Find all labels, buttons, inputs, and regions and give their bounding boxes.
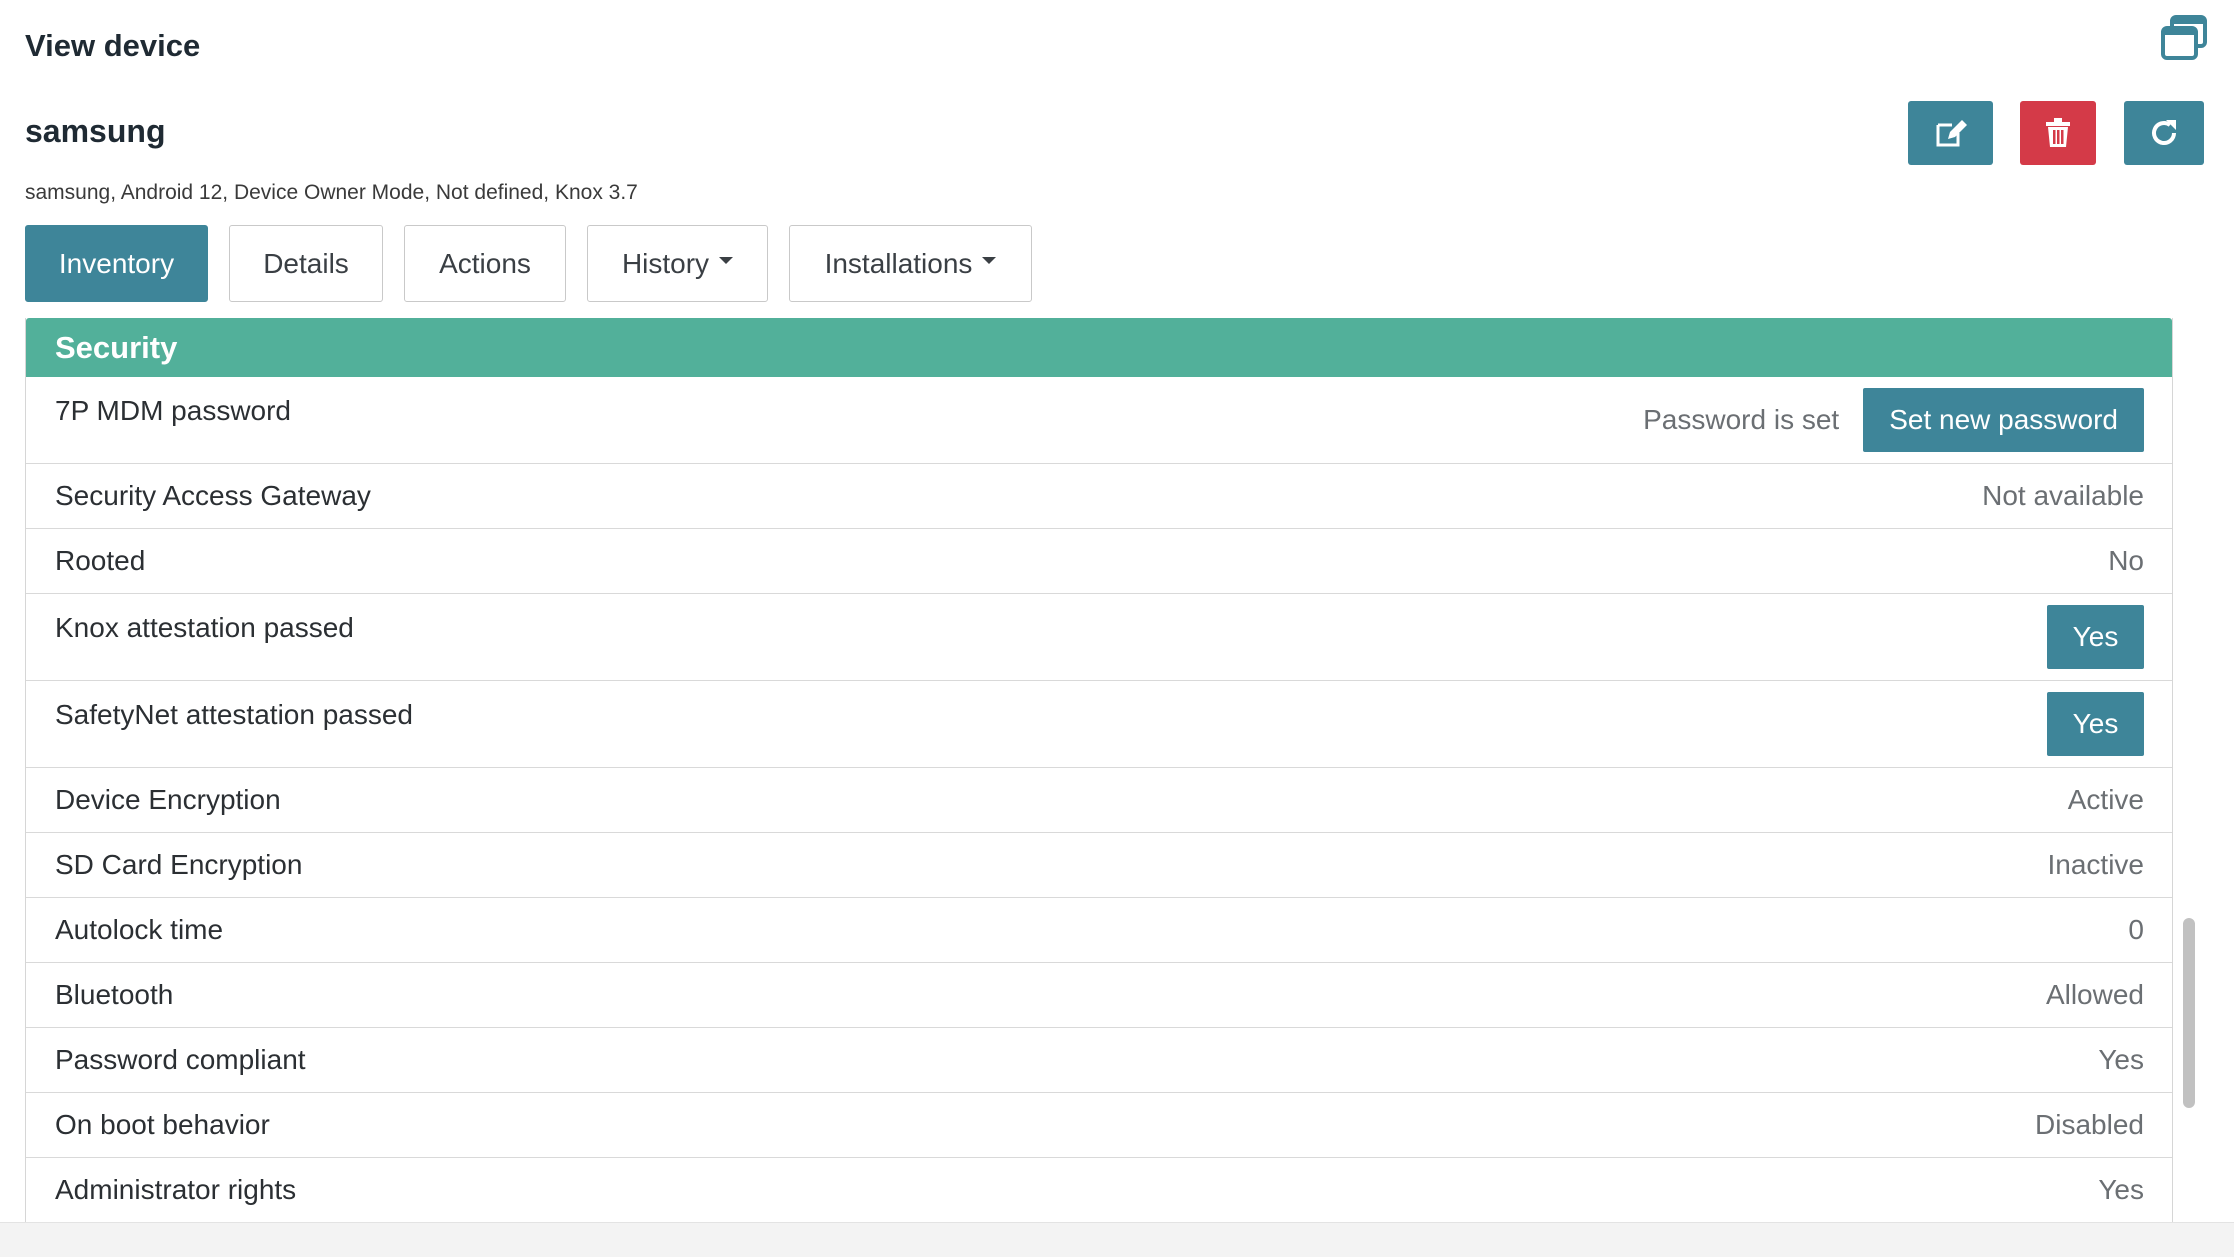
device-name: samsung	[25, 113, 166, 149]
table-row: SafetyNet attestation passed Yes	[26, 681, 2172, 768]
row-label: Administrator rights	[55, 1174, 297, 1205]
row-value: Disabled	[2035, 1109, 2144, 1140]
password-status: Password is set	[1643, 404, 1840, 435]
row-value: Yes	[2098, 1174, 2144, 1205]
row-value: Yes	[2098, 1044, 2144, 1075]
row-label: 7P MDM password	[55, 395, 292, 426]
trash-icon	[2046, 118, 2070, 147]
row-value: Active	[2067, 784, 2144, 815]
refresh-icon	[2152, 120, 2176, 145]
table-row: Rooted No	[26, 529, 2172, 594]
tab-details[interactable]: Details	[229, 225, 383, 302]
tab-inventory[interactable]: Inventory	[25, 225, 208, 302]
row-label: SafetyNet attestation passed	[55, 699, 413, 730]
chevron-down-icon	[719, 257, 734, 264]
row-label: Autolock time	[55, 914, 224, 945]
tab-history-label: History	[621, 247, 710, 279]
row-label: Security Access Gateway	[55, 480, 371, 511]
table-row: Bluetooth Allowed	[26, 963, 2172, 1028]
restore-window-icon[interactable]	[2160, 15, 2208, 61]
tab-history[interactable]: History	[587, 225, 768, 302]
section-header: Security	[26, 318, 2172, 377]
row-label: Device Encryption	[55, 784, 281, 815]
delete-button[interactable]	[2020, 101, 2096, 165]
table-row: Knox attestation passed Yes	[26, 594, 2172, 681]
row-value: No	[2108, 545, 2144, 576]
edit-icon	[1936, 120, 1967, 147]
table-row: Device Encryption Active	[26, 768, 2172, 833]
table-row: Password compliant Yes	[26, 1028, 2172, 1093]
device-subtitle: samsung, Android 12, Device Owner Mode, …	[25, 181, 638, 204]
table-row: On boot behavior Disabled	[26, 1093, 2172, 1158]
table-row: SD Card Encryption Inactive	[26, 833, 2172, 898]
refresh-button[interactable]	[2124, 101, 2204, 165]
row-label: On boot behavior	[55, 1109, 270, 1140]
scrollbar[interactable]	[2183, 918, 2195, 1108]
tab-installations-label: Installations	[824, 247, 973, 279]
bottom-divider	[0, 1222, 2234, 1257]
row-value: Inactive	[2047, 849, 2145, 880]
security-panel: Security 7P MDM password Password is set…	[25, 318, 2173, 1228]
table-row: Security Access Gateway Not available	[26, 464, 2172, 529]
row-label: SD Card Encryption	[55, 849, 303, 880]
tab-details-label: Details	[263, 247, 349, 279]
tab-actions[interactable]: Actions	[404, 225, 566, 302]
edit-button[interactable]	[1908, 101, 1993, 165]
row-label: Password compliant	[55, 1044, 306, 1075]
row-value: 0	[2128, 914, 2144, 945]
table-row: 7P MDM password Password is set Set new …	[26, 377, 2172, 464]
tab-inventory-label: Inventory	[58, 247, 175, 279]
page-title: View device	[25, 28, 201, 63]
table-row: Autolock time 0	[26, 898, 2172, 963]
row-label: Bluetooth	[55, 979, 174, 1010]
row-value: Allowed	[2045, 979, 2144, 1010]
tab-installations[interactable]: Installations	[789, 225, 1032, 302]
chevron-down-icon	[982, 257, 997, 264]
status-badge: Yes	[2047, 605, 2144, 669]
row-value: Not available	[1982, 480, 2144, 511]
tab-actions-label: Actions	[439, 247, 531, 279]
row-label: Knox attestation passed	[55, 612, 354, 643]
row-label: Rooted	[55, 545, 146, 576]
table-row: Administrator rights Yes	[26, 1158, 2172, 1223]
status-badge: Yes	[2047, 692, 2144, 756]
set-new-password-button[interactable]: Set new password	[1863, 388, 2144, 452]
